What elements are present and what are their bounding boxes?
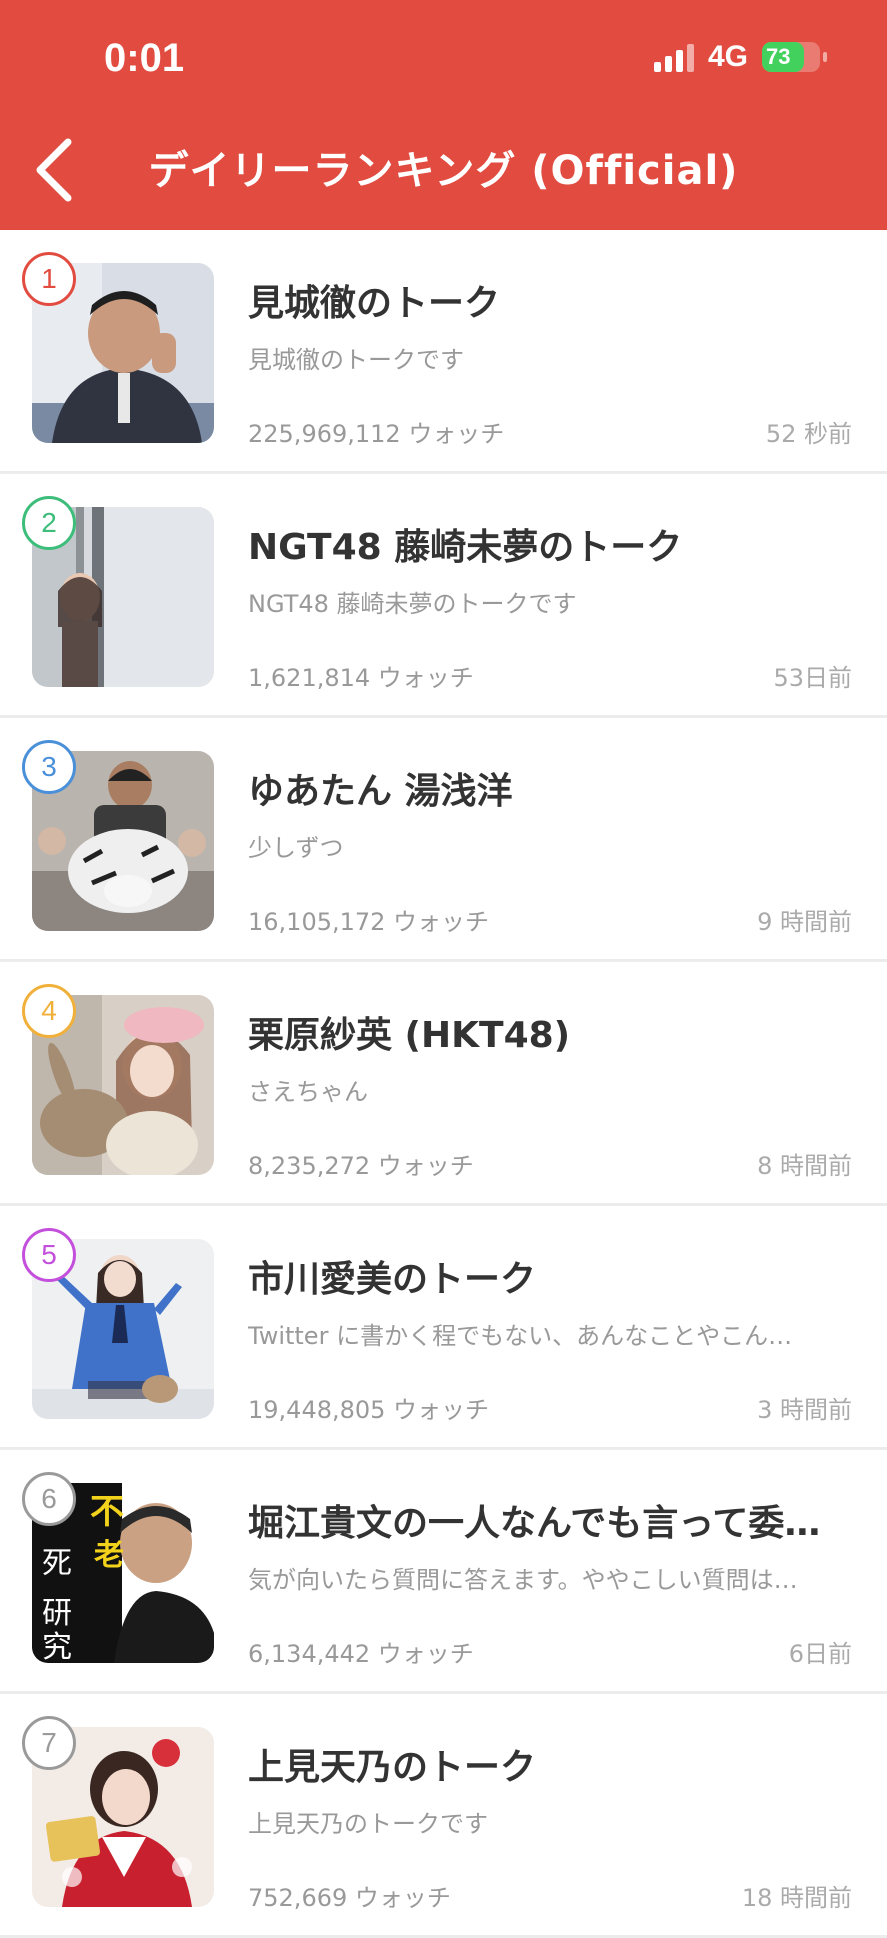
updated-time: 18 時間前 (741, 1884, 852, 1912)
svg-text:究: 究 (42, 1630, 72, 1663)
talk-name: 市川愛美のトーク (248, 1259, 537, 1300)
talk-description: NGT48 藤崎未夢のトークです (248, 590, 577, 618)
signal-icon (653, 42, 694, 72)
talk-description: さえちゃん (248, 1078, 368, 1106)
svg-text:老: 老 (94, 1538, 124, 1573)
svg-text:研: 研 (42, 1596, 72, 1631)
talk-name: ゆあたん 湯浅洋 (248, 771, 513, 812)
watch-count: 19,448,805 ウォッチ (248, 1396, 490, 1424)
talk-description: 少しずつ (248, 834, 344, 862)
ranking-item[interactable]: 2 NGT48 藤崎未夢のトーク NGT48 藤崎未夢のトークです 1,621,… (0, 474, 887, 718)
talk-description: 見城徹のトークです (248, 346, 464, 374)
app-header: 0:01 4G 73 デイリーランキング (Official) (0, 0, 887, 230)
rank-badge: 5 (22, 1228, 76, 1282)
updated-time: 9 時間前 (757, 908, 852, 936)
updated-time: 52 秒前 (765, 420, 852, 448)
svg-text:死: 死 (42, 1546, 72, 1581)
watch-count: 752,669 ウォッチ (248, 1884, 451, 1912)
talk-name: 堀江貴文の一人なんでも言って委… (248, 1503, 821, 1544)
talk-description: 上見天乃のトークです (248, 1810, 488, 1838)
rank-badge: 7 (22, 1716, 76, 1770)
updated-time: 6日前 (788, 1640, 852, 1668)
watch-count: 6,134,442 ウォッチ (248, 1640, 474, 1668)
watch-count: 8,235,272 ウォッチ (248, 1152, 474, 1180)
ranking-item[interactable]: 3 ゆあたん 湯浅洋 少しずつ 16,105,172 ウォッチ 9 時間前 (0, 718, 887, 962)
ranking-item[interactable]: 1 見城徹のトーク 見城徹のトークです 225,969,112 ウォッチ 52 … (0, 230, 887, 474)
ranking-item[interactable]: 不 老 死 研 究 6 堀江貴文の一人なんでも言って委… 気が向いたら質問に答え… (0, 1450, 887, 1694)
svg-text:不: 不 (90, 1492, 124, 1532)
status-indicators: 4G 73 (653, 40, 827, 74)
talk-description: Twitter に書かく程でもない、あんなことやこん… (248, 1322, 793, 1350)
updated-time: 3 時間前 (757, 1396, 852, 1424)
watch-count: 225,969,112 ウォッチ (248, 420, 505, 448)
updated-time: 8 時間前 (757, 1152, 852, 1180)
talk-description: 気が向いたら質問に答えます。ややこしい質問は… (248, 1566, 798, 1594)
watch-count: 1,621,814 ウォッチ (248, 664, 474, 692)
rank-badge: 4 (22, 984, 76, 1038)
battery-level: 73 (766, 44, 791, 69)
ranking-item[interactable]: 5 市川愛美のトーク Twitter に書かく程でもない、あんなことやこん… 1… (0, 1206, 887, 1450)
talk-name: NGT48 藤崎未夢のトーク (248, 527, 683, 568)
rank-badge: 2 (22, 496, 76, 550)
battery-icon: 73 (762, 42, 827, 72)
talk-name: 栗原紗英 (HKT48) (248, 1015, 571, 1056)
talk-name: 上見天乃のトーク (248, 1747, 537, 1788)
ranking-item[interactable]: 7 上見天乃のトーク 上見天乃のトークです 752,669 ウォッチ 18 時間… (0, 1694, 887, 1938)
network-type: 4G (707, 40, 748, 73)
ranking-list: 1 見城徹のトーク 見城徹のトークです 225,969,112 ウォッチ 52 … (0, 230, 887, 1938)
updated-time: 53日前 (773, 664, 852, 692)
rank-badge: 6 (22, 1472, 76, 1526)
talk-name: 見城徹のトーク (248, 283, 501, 324)
rank-badge: 3 (22, 740, 76, 794)
status-time: 0:01 (104, 36, 185, 80)
watch-count: 16,105,172 ウォッチ (248, 908, 490, 936)
page-title: デイリーランキング (Official) (148, 148, 739, 194)
rank-badge: 1 (22, 252, 76, 306)
ranking-item[interactable]: 4 栗原紗英 (HKT48) さえちゃん 8,235,272 ウォッチ 8 時間… (0, 962, 887, 1206)
